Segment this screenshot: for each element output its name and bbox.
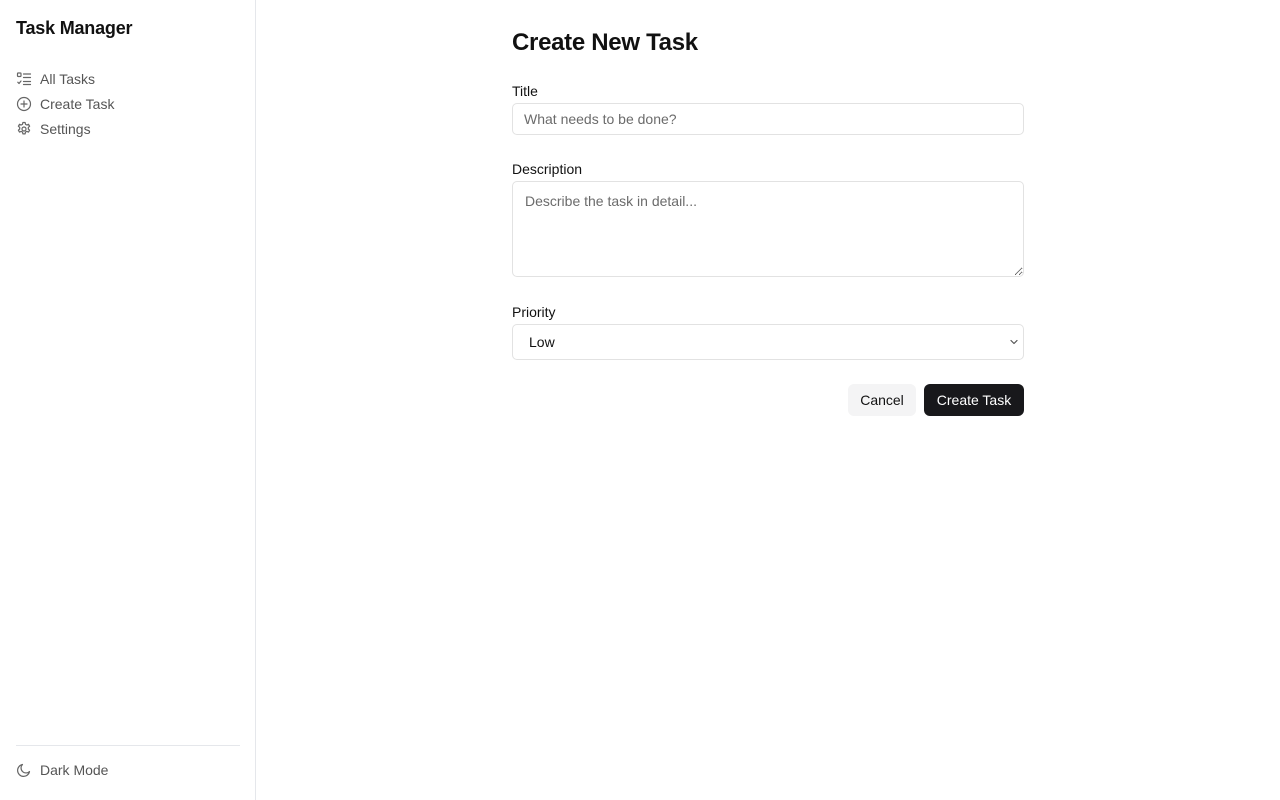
title-label: Title [512, 83, 538, 99]
description-textarea[interactable] [512, 181, 1024, 277]
form-actions: Cancel Create Task [512, 384, 1024, 416]
dark-mode-label: Dark Mode [40, 762, 109, 778]
cancel-button[interactable]: Cancel [848, 384, 916, 416]
priority-label: Priority [512, 304, 556, 320]
dark-mode-toggle[interactable]: Dark Mode [16, 762, 108, 778]
priority-selected-value: Low [529, 334, 555, 350]
description-label: Description [512, 161, 583, 177]
app-root: Task Manager All Tasks Create Task Setti… [0, 0, 1280, 800]
sidebar-nav: All Tasks Create Task Settings [16, 66, 240, 141]
sidebar-item-settings[interactable]: Settings [16, 116, 240, 141]
sidebar-item-label: Create Task [40, 95, 115, 112]
create-task-button[interactable]: Create Task [924, 384, 1024, 416]
app-title: Task Manager [16, 18, 133, 38]
create-task-form: Create New Task Title Description Priori… [512, 28, 1024, 416]
sidebar-item-label: All Tasks [40, 70, 95, 87]
sidebar: Task Manager All Tasks Create Task Setti… [0, 0, 256, 800]
plus-circle-icon [16, 96, 32, 112]
title-input[interactable] [512, 103, 1024, 135]
sidebar-item-create-task[interactable]: Create Task [16, 91, 240, 116]
list-checks-icon [16, 71, 32, 87]
sidebar-divider [16, 745, 240, 746]
main-content: Create New Task Title Description Priori… [256, 0, 1280, 800]
moon-icon [16, 762, 32, 778]
priority-select[interactable]: Low [512, 324, 1024, 360]
gear-icon [16, 121, 32, 137]
page-title: Create New Task [512, 29, 698, 56]
sidebar-item-all-tasks[interactable]: All Tasks [16, 66, 240, 91]
sidebar-item-label: Settings [40, 120, 91, 137]
chevron-down-icon [1008, 336, 1020, 348]
